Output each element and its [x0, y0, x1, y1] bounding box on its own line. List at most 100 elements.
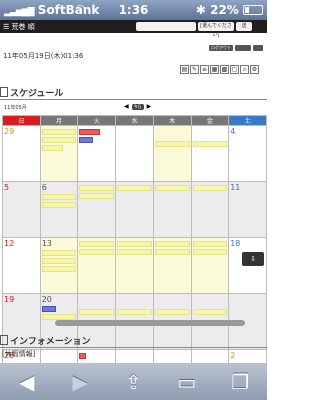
event-item[interactable]	[79, 137, 94, 143]
day-cell[interactable]	[190, 181, 230, 238]
event-item[interactable]	[41, 306, 56, 312]
share-icon[interactable]: ⇪	[113, 370, 153, 394]
week-row: 5 6 11	[2, 181, 267, 238]
day-cell[interactable]	[115, 125, 154, 182]
event-item[interactable]	[192, 141, 228, 147]
weekday-thu: 木	[152, 115, 192, 126]
back-icon[interactable]: ◀	[7, 370, 47, 394]
day-cell[interactable]: 11	[228, 181, 267, 238]
day-cell[interactable]	[152, 181, 192, 238]
ios-status-bar: ▂▃▅▆▇ SoftBank ◠ 1:36 ✱ 22%	[0, 0, 267, 20]
week-row: 29 4	[2, 125, 267, 182]
safari-toolbar: ◀ ▶ ⇪ ▭ ❐	[0, 363, 267, 400]
settings-icon[interactable]: ⚙	[250, 64, 259, 74]
event-item[interactable]	[79, 129, 101, 135]
event-item[interactable]	[41, 194, 77, 200]
event-item[interactable]	[41, 202, 77, 208]
event-item[interactable]	[41, 145, 63, 151]
search-icon[interactable]: ⌕	[240, 64, 249, 74]
event-item[interactable]	[41, 250, 77, 256]
weekday-tue: 火	[77, 115, 117, 126]
week-row: 12 13 18	[2, 237, 267, 294]
menu-button[interactable]	[253, 45, 263, 51]
event-item[interactable]	[79, 193, 115, 199]
month-icon[interactable]: ▩	[220, 64, 229, 74]
page-scroll-button[interactable]: ⇩	[242, 252, 264, 266]
day-cell[interactable]	[152, 125, 192, 182]
battery-icon	[243, 5, 263, 15]
bluetooth-icon: ✱	[195, 3, 206, 17]
day-cell[interactable]: 6	[39, 181, 79, 238]
event-item[interactable]	[117, 249, 152, 255]
event-item[interactable]	[41, 129, 77, 135]
battery-area: ✱ 22%	[196, 3, 263, 17]
event-item[interactable]	[154, 241, 190, 247]
day-icon[interactable]: ▢	[230, 64, 239, 74]
weekday-fri: 金	[190, 115, 230, 126]
event-item[interactable]	[117, 309, 152, 315]
day-cell[interactable]: 12	[2, 237, 41, 294]
holiday-info-link[interactable]: [休暇情報]	[2, 349, 35, 359]
month-navigation: ◀ 今日 ▶	[124, 103, 151, 110]
weekday-header-row: 日 月 火 水 木 金 土	[2, 115, 267, 126]
bookmarks-icon[interactable]: ▭	[167, 370, 207, 394]
horizontal-scrollbar[interactable]	[55, 320, 245, 326]
event-item[interactable]	[192, 309, 228, 315]
today-button[interactable]: 今日	[131, 103, 144, 110]
day-cell[interactable]: 13	[39, 237, 79, 294]
prev-month-icon[interactable]: ◀	[124, 103, 129, 110]
event-item[interactable]	[41, 258, 77, 264]
next-month-icon[interactable]: ▶	[147, 103, 152, 110]
event-item[interactable]	[41, 266, 77, 272]
day-cell[interactable]	[77, 181, 117, 238]
event-item[interactable]	[154, 141, 190, 147]
event-item[interactable]	[154, 249, 190, 255]
day-cell[interactable]	[77, 125, 117, 182]
logout-button[interactable]: ログアウト	[209, 45, 233, 51]
section-icon	[0, 87, 8, 97]
event-item[interactable]	[192, 241, 228, 247]
weekday-sat: 土	[228, 115, 267, 126]
event-item[interactable]	[117, 185, 152, 191]
current-datetime: 11年05月19日(木)01:36	[3, 52, 84, 60]
day-cell[interactable]	[115, 237, 154, 294]
day-cell[interactable]	[77, 237, 117, 294]
day-cell[interactable]: 5	[2, 181, 41, 238]
event-item[interactable]	[41, 137, 77, 143]
weekday-wed: 水	[115, 115, 154, 126]
section-icon	[0, 335, 8, 345]
print-icon[interactable]: ▤	[180, 64, 189, 74]
view-icon-row: ▤ ✎ ≡ ▦ ▩ ▢ ⌕ ⚙	[180, 64, 259, 74]
event-item[interactable]	[79, 309, 115, 315]
day-cell[interactable]: 29	[2, 125, 41, 182]
top-right-buttons: ログアウト	[209, 45, 263, 51]
day-cell[interactable]: 4	[228, 125, 267, 182]
user-name: ☰ 荒巻 順	[3, 23, 35, 31]
day-cell[interactable]	[152, 237, 192, 294]
list-icon[interactable]: ≡	[200, 64, 209, 74]
event-item[interactable]	[192, 249, 228, 255]
event-item[interactable]	[79, 353, 87, 359]
day-cell[interactable]	[39, 125, 79, 182]
week-icon[interactable]: ▦	[210, 64, 219, 74]
weekday-mon: 月	[39, 115, 79, 126]
day-cell[interactable]	[190, 237, 230, 294]
event-item[interactable]	[79, 249, 115, 255]
calendar-grid: 日 月 火 水 木 金 土 29 4 5 6 11 12 13 18 19 20…	[2, 115, 267, 400]
event-item[interactable]	[154, 185, 190, 191]
event-item[interactable]	[79, 185, 115, 191]
group-select[interactable]	[136, 22, 196, 31]
select-button[interactable]: [選んでください]	[198, 22, 234, 38]
day-cell[interactable]	[190, 125, 230, 182]
help-button[interactable]	[235, 45, 251, 51]
event-item[interactable]	[117, 241, 152, 247]
day-cell[interactable]	[115, 181, 154, 238]
event-item[interactable]	[79, 241, 115, 247]
tabs-icon[interactable]: ❐	[220, 370, 260, 394]
go-button[interactable]: 送	[236, 22, 252, 31]
event-item[interactable]	[192, 185, 228, 191]
schedule-section-title: スケジュール	[0, 86, 267, 100]
battery-percent: 22%	[210, 3, 239, 17]
event-item[interactable]	[154, 309, 190, 315]
edit-icon[interactable]: ✎	[190, 64, 199, 74]
